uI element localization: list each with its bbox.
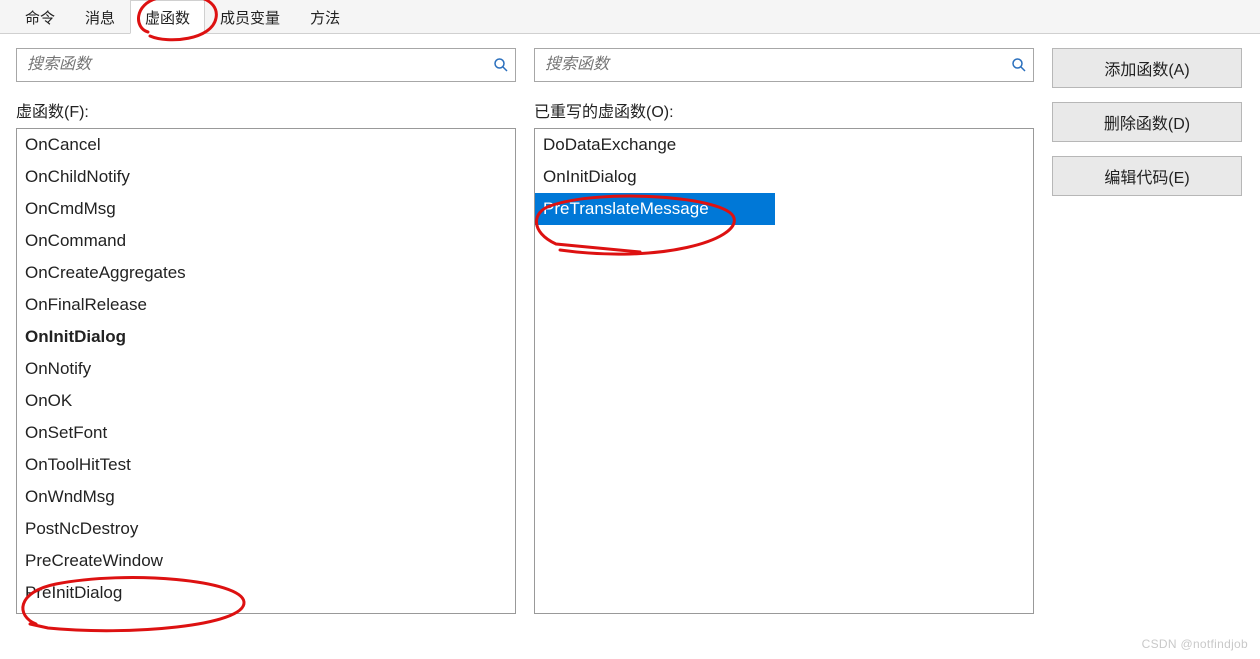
edit-code-button[interactable]: 编辑代码(E) bbox=[1052, 156, 1242, 196]
middle-column: 已重写的虚函数(O): DoDataExchangeOnInitDialogPr… bbox=[534, 48, 1034, 614]
list-item[interactable]: OnSetFont bbox=[17, 417, 515, 449]
tab-bar: 命令 消息 虚函数 成员变量 方法 bbox=[0, 0, 1260, 34]
search-mid[interactable] bbox=[534, 48, 1034, 82]
list-item[interactable]: OnInitDialog bbox=[535, 161, 1033, 193]
list-item[interactable]: OnInitDialog bbox=[17, 321, 515, 353]
right-column: 添加函数(A) 删除函数(D) 编辑代码(E) bbox=[1052, 48, 1242, 196]
list-item[interactable]: OnCancel bbox=[17, 129, 515, 161]
left-list-label: 虚函数(F): bbox=[16, 98, 516, 122]
list-item[interactable]: OnCommand bbox=[17, 225, 515, 257]
list-item[interactable]: OnToolHitTest bbox=[17, 449, 515, 481]
list-item[interactable]: PreTranslateMessage bbox=[535, 193, 775, 225]
list-item[interactable]: DoDataExchange bbox=[535, 129, 1033, 161]
list-item[interactable]: PreSubclassWindow bbox=[17, 609, 515, 614]
add-function-button[interactable]: 添加函数(A) bbox=[1052, 48, 1242, 88]
search-left-input[interactable] bbox=[25, 55, 493, 75]
delete-function-button[interactable]: 删除函数(D) bbox=[1052, 102, 1242, 142]
list-item[interactable]: OnNotify bbox=[17, 353, 515, 385]
list-item[interactable]: OnCmdMsg bbox=[17, 193, 515, 225]
mid-list-label: 已重写的虚函数(O): bbox=[534, 98, 1034, 122]
list-item[interactable]: PreCreateWindow bbox=[17, 545, 515, 577]
list-item[interactable]: OnFinalRelease bbox=[17, 289, 515, 321]
search-mid-input[interactable] bbox=[543, 55, 1011, 75]
virtual-functions-list[interactable]: OnCancelOnChildNotifyOnCmdMsgOnCommandOn… bbox=[16, 128, 516, 614]
search-icon bbox=[493, 57, 509, 73]
list-item[interactable]: OnCreateAggregates bbox=[17, 257, 515, 289]
tab-messages[interactable]: 消息 bbox=[70, 0, 130, 33]
search-left[interactable] bbox=[16, 48, 516, 82]
overridden-functions-list[interactable]: DoDataExchangeOnInitDialogPreTranslateMe… bbox=[534, 128, 1034, 614]
list-item[interactable]: PreInitDialog bbox=[17, 577, 515, 609]
tab-member-variables[interactable]: 成员变量 bbox=[205, 0, 295, 33]
tab-commands[interactable]: 命令 bbox=[10, 0, 70, 33]
search-icon bbox=[1011, 57, 1027, 73]
list-item[interactable]: OnWndMsg bbox=[17, 481, 515, 513]
list-item[interactable]: PostNcDestroy bbox=[17, 513, 515, 545]
left-column: 虚函数(F): OnCancelOnChildNotifyOnCmdMsgOnC… bbox=[16, 48, 516, 614]
tab-methods[interactable]: 方法 bbox=[295, 0, 355, 33]
main-area: 虚函数(F): OnCancelOnChildNotifyOnCmdMsgOnC… bbox=[0, 34, 1260, 624]
list-item[interactable]: OnOK bbox=[17, 385, 515, 417]
tab-virtual-functions[interactable]: 虚函数 bbox=[130, 0, 205, 34]
watermark-text: CSDN @notfindjob bbox=[1142, 637, 1248, 651]
list-item[interactable]: OnChildNotify bbox=[17, 161, 515, 193]
